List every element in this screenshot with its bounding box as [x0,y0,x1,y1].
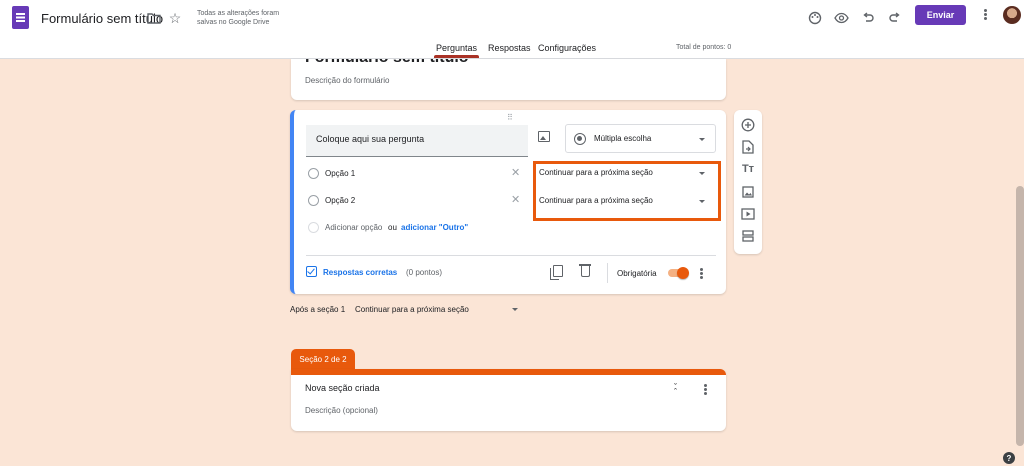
add-other-link[interactable]: adicionar "Outro" [401,223,468,232]
collapse-section-icon[interactable]: ˇˆ [674,383,677,397]
active-tab-indicator [434,55,479,58]
divider [306,255,716,256]
points-label: (0 pontos) [406,268,443,277]
add-image-icon[interactable] [538,131,550,142]
chevron-down-icon[interactable] [699,200,705,203]
add-question-icon[interactable] [741,118,755,132]
forms-logo-icon[interactable] [12,6,29,29]
radio-icon [308,168,319,179]
tab-respostas[interactable]: Respostas [488,43,531,53]
add-option-link[interactable]: Adicionar opção [325,223,382,232]
palette-icon[interactable] [807,10,823,26]
after-section-label: Após a seção 1 [290,305,346,314]
duplicate-icon[interactable] [550,265,563,280]
tab-perguntas[interactable]: Perguntas [436,43,477,53]
total-points: Total de pontos: 0 [676,44,732,51]
section-tab: Seção 2 de 2 [291,349,355,369]
answer-key-icon[interactable] [306,266,317,277]
form-title-card: Formulário sem título Descrição do formu… [291,59,726,100]
save-status: Todas as alterações foram salvas no Goog… [197,10,280,26]
avatar[interactable] [1003,6,1021,24]
required-label: Obrigatória [617,269,657,278]
folder-icon[interactable] [146,10,162,26]
add-section-icon[interactable] [741,229,755,243]
section-card[interactable]: Nova seção criada Descrição (opcional) ˇ… [291,369,726,431]
redo-icon[interactable] [887,10,903,26]
chevron-down-icon[interactable] [512,308,518,311]
question-type-label: Múltipla escolha [594,134,652,143]
option-label[interactable]: Opção 1 [325,169,355,178]
radio-type-icon [574,133,586,145]
import-questions-icon[interactable] [741,140,755,154]
option-goto-select[interactable]: Continuar para a próxima seção [539,196,653,205]
option-label[interactable]: Opção 2 [325,196,355,205]
tab-configuracoes[interactable]: Configurações [538,43,596,53]
option-row: Opção 1 [306,165,526,183]
document-title[interactable]: Formulário sem título [41,11,163,26]
radio-icon [308,222,319,233]
question-type-select[interactable]: Múltipla escolha [565,124,716,153]
form-description-field[interactable]: Descrição do formulário [305,76,389,85]
floating-toolbar: Tт [734,110,762,254]
question-card[interactable]: ⠿ Coloque aqui sua pergunta Múltipla esc… [290,110,726,294]
required-toggle-thumb[interactable] [677,267,689,279]
radio-icon [308,195,319,206]
undo-icon[interactable] [860,10,876,26]
add-video-icon[interactable] [741,207,755,221]
send-button[interactable]: Enviar [915,5,966,25]
scrollbar[interactable] [1016,186,1024,446]
top-bar: Formulário sem título ☆ Todas as alteraç… [0,0,1024,59]
after-section-goto-select[interactable]: Continuar para a próxima seção [355,305,469,314]
add-image-icon[interactable] [741,185,755,199]
more-options-icon[interactable] [984,13,987,16]
delete-icon[interactable] [579,264,591,277]
section-description-field[interactable]: Descrição (opcional) [305,406,378,415]
help-icon[interactable]: ? [1003,452,1015,464]
add-or-text: ou [388,223,397,232]
chevron-down-icon [699,138,705,141]
remove-option-icon[interactable]: ✕ [511,193,520,206]
form-title[interactable]: Formulário sem título [305,59,469,67]
drag-handle-icon[interactable]: ⠿ [507,113,514,122]
correct-answers-button[interactable]: Respostas corretas [323,268,397,277]
question-more-icon[interactable] [700,272,703,275]
section-title[interactable]: Nova seção criada [305,383,380,393]
chevron-down-icon[interactable] [699,172,705,175]
question-title-input[interactable]: Coloque aqui sua pergunta [306,125,528,157]
divider [607,263,608,283]
add-title-icon[interactable]: Tт [741,162,755,176]
remove-option-icon[interactable]: ✕ [511,166,520,179]
preview-icon[interactable] [833,10,849,26]
option-row: Opção 2 [306,192,526,210]
option-goto-select[interactable]: Continuar para a próxima seção [539,168,653,177]
section-more-icon[interactable] [704,388,707,391]
star-icon[interactable]: ☆ [167,10,183,26]
